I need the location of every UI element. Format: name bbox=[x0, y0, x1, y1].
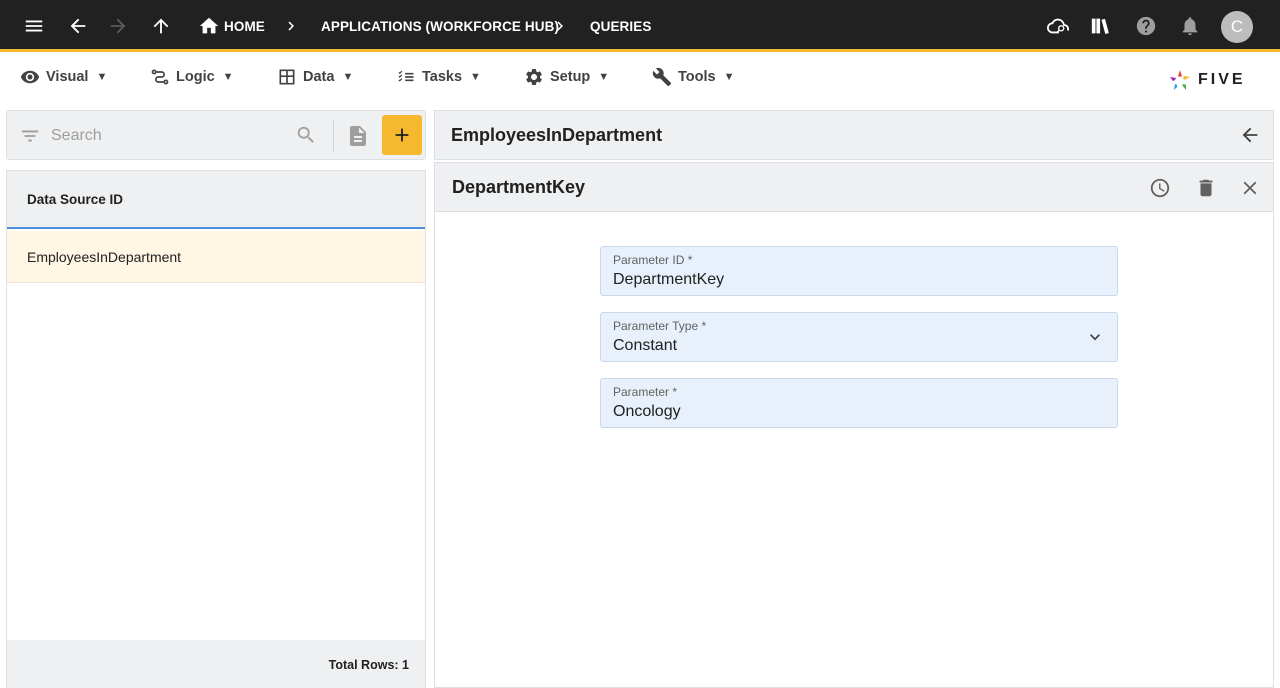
total-rows: Total Rows: 1 bbox=[7, 640, 425, 688]
five-logo-text: FIVE bbox=[1198, 71, 1246, 88]
chevron-down-icon[interactable] bbox=[1085, 327, 1105, 352]
caret-down-icon: ▼ bbox=[723, 71, 735, 83]
parameter-id-value[interactable]: DepartmentKey bbox=[613, 271, 724, 289]
top-bar: HOME APPLICATIONS (WORKFORCE HUB) QUERIE… bbox=[0, 0, 1280, 52]
history-icon[interactable] bbox=[1148, 176, 1172, 200]
five-logo: FIVE bbox=[1168, 68, 1246, 92]
parameter-value[interactable]: Oncology bbox=[613, 403, 681, 421]
up-arrow-icon[interactable] bbox=[147, 0, 175, 52]
menu-tools[interactable]: Tools ▼ bbox=[652, 61, 734, 93]
menu-setup-label: Setup bbox=[550, 69, 591, 85]
checklist-icon bbox=[398, 70, 414, 82]
five-logo-icon bbox=[1170, 70, 1190, 90]
chevron-right-icon bbox=[551, 0, 569, 52]
record-header: EmployeesInDepartment bbox=[434, 110, 1274, 160]
search-divider bbox=[333, 121, 334, 151]
caret-down-icon: ▼ bbox=[222, 71, 234, 83]
plus-icon bbox=[395, 128, 409, 142]
record-title: EmployeesInDepartment bbox=[451, 124, 663, 145]
menu-tasks-label: Tasks bbox=[422, 69, 463, 85]
form-header: DepartmentKey bbox=[435, 163, 1273, 212]
close-icon[interactable] bbox=[1238, 176, 1262, 200]
back-arrow-icon[interactable] bbox=[64, 0, 92, 52]
menu-visual-label: Visual bbox=[46, 69, 89, 85]
menu-visual[interactable]: Visual ▼ bbox=[20, 61, 107, 93]
parameter-form: DepartmentKey Parameter ID * DepartmentK… bbox=[434, 162, 1274, 688]
parameter-type-value[interactable]: Constant bbox=[613, 337, 677, 355]
home-icon[interactable] bbox=[197, 0, 221, 52]
data-source-list: Data Source ID EmployeesInDepartment Tot… bbox=[6, 170, 426, 688]
menu-tools-label: Tools bbox=[678, 69, 716, 85]
table-icon bbox=[279, 69, 295, 85]
breadcrumb-applications[interactable]: APPLICATIONS (WORKFORCE HUB) bbox=[321, 0, 559, 52]
parameter-field[interactable]: Parameter * Oncology bbox=[600, 378, 1118, 428]
caret-down-icon: ▼ bbox=[598, 71, 610, 83]
user-avatar[interactable]: C bbox=[1221, 11, 1253, 43]
tools-icon bbox=[652, 67, 672, 87]
forward-arrow-icon[interactable] bbox=[104, 0, 132, 52]
library-books-icon[interactable] bbox=[1088, 0, 1114, 52]
menu-data-label: Data bbox=[303, 69, 335, 85]
breadcrumb-home[interactable]: HOME bbox=[224, 0, 265, 52]
parameter-type-select[interactable]: Parameter Type * Constant bbox=[600, 312, 1118, 362]
chevron-right-icon bbox=[282, 0, 300, 52]
menu-tasks[interactable]: Tasks ▼ bbox=[396, 61, 481, 93]
filter-icon[interactable] bbox=[19, 125, 41, 147]
menu-bar: Visual ▼ Logic ▼ Data ▼ Tasks ▼ Setup ▼ … bbox=[0, 55, 1280, 97]
caret-down-icon: ▼ bbox=[96, 71, 108, 83]
parameter-id-field[interactable]: Parameter ID * DepartmentKey bbox=[600, 246, 1118, 296]
help-icon[interactable] bbox=[1133, 0, 1159, 52]
parameter-id-label: Parameter ID * bbox=[613, 253, 693, 267]
hamburger-menu-icon[interactable] bbox=[20, 0, 48, 52]
parameter-label: Parameter * bbox=[613, 385, 678, 399]
logic-icon bbox=[151, 69, 169, 85]
list-item[interactable]: EmployeesInDepartment bbox=[7, 231, 425, 283]
gear-icon bbox=[526, 69, 542, 85]
column-header-data-source-id[interactable]: Data Source ID bbox=[7, 171, 425, 229]
search-icon[interactable] bbox=[295, 124, 317, 146]
caret-down-icon: ▼ bbox=[470, 71, 481, 83]
search-input[interactable] bbox=[51, 123, 281, 149]
delete-icon[interactable] bbox=[1194, 176, 1218, 200]
menu-data[interactable]: Data ▼ bbox=[277, 61, 353, 93]
parameter-type-label: Parameter Type * bbox=[613, 319, 707, 333]
breadcrumb-queries[interactable]: QUERIES bbox=[590, 0, 651, 52]
eye-icon bbox=[20, 70, 40, 84]
menu-logic[interactable]: Logic ▼ bbox=[150, 61, 234, 93]
arrow-back-icon[interactable] bbox=[1239, 124, 1261, 151]
notifications-bell-icon[interactable] bbox=[1177, 0, 1203, 52]
add-button[interactable] bbox=[382, 115, 422, 155]
cloud-search-icon[interactable] bbox=[1045, 0, 1071, 52]
caret-down-icon: ▼ bbox=[342, 71, 354, 83]
form-title: DepartmentKey bbox=[452, 176, 586, 197]
document-icon[interactable] bbox=[346, 124, 370, 148]
menu-logic-label: Logic bbox=[176, 69, 215, 85]
menu-setup[interactable]: Setup ▼ bbox=[524, 61, 609, 93]
search-bar bbox=[6, 110, 426, 160]
